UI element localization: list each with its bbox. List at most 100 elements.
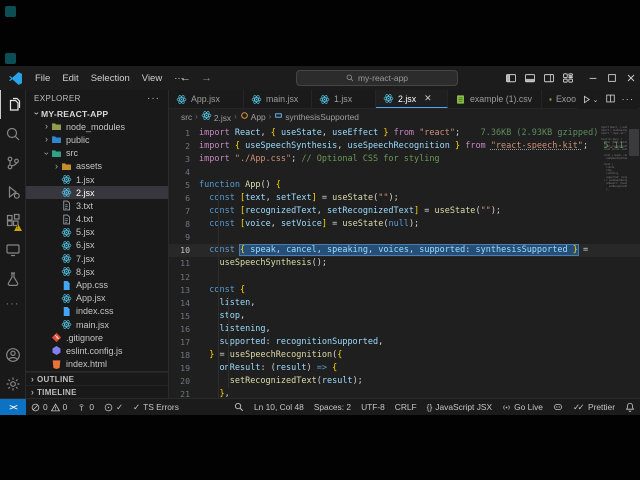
tab-2-jsx[interactable]: 2.jsx ✕ <box>376 90 448 108</box>
tree-item-1-jsx[interactable]: 1.jsx <box>26 173 168 186</box>
prettier-status[interactable]: ✓✓ Prettier <box>568 399 620 415</box>
chevron-down-icon[interactable]: ⌄ <box>593 96 599 104</box>
run-debug-activity-button[interactable] <box>0 177 25 206</box>
tree-item-6-jsx[interactable]: 6.jsx <box>26 239 168 252</box>
code-line-17[interactable]: 17 supported: recognitionSupported, <box>169 336 640 349</box>
tree-item-app-css[interactable]: App.css <box>26 278 168 291</box>
code-line-4[interactable]: 4 <box>169 165 640 178</box>
tree-item-8-jsx[interactable]: 8.jsx <box>26 265 168 278</box>
code-line-3[interactable]: 3import "./App.css"; // Optional CSS for… <box>169 152 640 165</box>
screencast-zoom[interactable] <box>229 399 249 415</box>
code-line-6[interactable]: 6 const [text, setText] = useState(""); <box>169 191 640 204</box>
editor-more-actions[interactable]: ··· <box>622 94 635 105</box>
section-outline[interactable]: ›OUTLINE <box>26 372 168 385</box>
code-line-7[interactable]: 7 const [recognizedText, setRecognizedTe… <box>169 205 640 218</box>
language-mode[interactable]: {} JavaScript JSX <box>422 399 497 415</box>
tree-item-index-html[interactable]: index.html <box>26 358 168 371</box>
menu-edit[interactable]: Edit <box>56 71 84 86</box>
explorer-activity-button[interactable] <box>0 90 25 119</box>
tree-item-7-jsx[interactable]: 7.jsx <box>26 252 168 265</box>
breadcrumb-item[interactable]: src <box>181 112 192 122</box>
code-line-13[interactable]: 13 const { <box>169 283 640 296</box>
eol-sequence[interactable]: CRLF <box>390 399 422 415</box>
problems-indicator[interactable]: 0 0 <box>26 399 72 415</box>
code-line-9[interactable]: 9 <box>169 231 640 244</box>
customize-layout-icon[interactable] <box>558 66 577 90</box>
account-activity-button[interactable] <box>0 340 25 369</box>
testing-activity-button[interactable] <box>0 264 25 293</box>
indentation[interactable]: Spaces: 2 <box>309 399 356 415</box>
code-line-12[interactable]: 12 <box>169 270 640 283</box>
close-icon[interactable] <box>621 66 640 90</box>
tree-item-5-jsx[interactable]: 5.jsx <box>26 226 168 239</box>
tree-item-public[interactable]: ›public <box>26 133 168 146</box>
extensions-activity-button[interactable] <box>0 206 25 235</box>
breadcrumb-item[interactable]: App <box>240 111 266 122</box>
tree-item-app-jsx[interactable]: App.jsx <box>26 292 168 305</box>
nav-forward-icon[interactable]: → <box>201 72 212 84</box>
tree-item-assets[interactable]: ›assets <box>26 160 168 173</box>
nav-back-icon[interactable]: ← <box>180 72 191 84</box>
code-line-21[interactable]: 21 }, <box>169 388 640 398</box>
tree-item-my-react-app[interactable]: ›MY-REACT-APP <box>26 107 168 120</box>
breadcrumb[interactable]: src›2.jsx›App›synthesisSupported <box>169 109 640 124</box>
search-activity-button[interactable] <box>0 119 25 148</box>
tree-item-2-jsx[interactable]: 2.jsx <box>26 186 168 199</box>
remote-indicator[interactable]: >< <box>0 399 26 415</box>
command-center-search[interactable]: my-react-app <box>296 70 458 86</box>
tab-app-jsx[interactable]: App.jsx <box>169 90 244 108</box>
tree-item-main-jsx[interactable]: main.jsx <box>26 318 168 331</box>
encoding[interactable]: UTF-8 <box>356 399 390 415</box>
code-line-15[interactable]: 15 stop, <box>169 309 640 322</box>
code-line-1[interactable]: 1import React, { useState, useEffect } f… <box>169 126 640 139</box>
ports-indicator[interactable]: 0 <box>72 399 99 415</box>
tree-item-3-txt[interactable]: 3.txt <box>26 199 168 212</box>
toggle-panel-icon[interactable] <box>520 66 539 90</box>
tree-item-index-css[interactable]: index.css <box>26 305 168 318</box>
breadcrumb-item[interactable]: 2.jsx <box>201 110 231 123</box>
code-line-10[interactable]: 10 const { speak, cancel, speaking, voic… <box>169 244 640 257</box>
section-timeline[interactable]: ›TIMELINE <box>26 385 168 398</box>
menu-view[interactable]: View <box>136 71 168 86</box>
more-icon[interactable]: ··· <box>0 293 25 315</box>
code-line-16[interactable]: 16 listening, <box>169 322 640 335</box>
tab-1-jsx[interactable]: 1.jsx <box>312 90 376 108</box>
code-line-20[interactable]: 20 setRecognizedText(result); <box>169 375 640 388</box>
toggle-secondary-sidebar-icon[interactable] <box>539 66 558 90</box>
copilot-status[interactable] <box>548 399 568 415</box>
code-line-19[interactable]: 19 onResult: (result) => { <box>169 362 640 375</box>
notifications[interactable] <box>620 399 640 415</box>
remote-explorer-activity-button[interactable] <box>0 235 25 264</box>
breadcrumb-item[interactable]: synthesisSupported <box>274 111 359 122</box>
code-line-5[interactable]: 5function App() { <box>169 178 640 191</box>
maximize-icon[interactable] <box>602 66 621 90</box>
split-editor-button[interactable] <box>605 93 616 107</box>
tab-main-jsx[interactable]: main.jsx <box>244 90 312 108</box>
settings-activity-button[interactable] <box>0 369 25 398</box>
tree-item-src[interactable]: ›src <box>26 147 168 160</box>
code-line-8[interactable]: 8 const [voice, setVoice] = useState(nul… <box>169 218 640 231</box>
tree-item-node-modules[interactable]: ›node_modules <box>26 120 168 133</box>
cursor-position[interactable]: Ln 10, Col 48 <box>249 399 309 415</box>
code-line-18[interactable]: 18 } = useSpeechRecognition({ <box>169 349 640 362</box>
editor-scrollbar[interactable] <box>629 129 639 156</box>
tree-item--gitignore[interactable]: .gitignore <box>26 331 168 344</box>
explorer-more-icon[interactable]: ··· <box>147 93 160 104</box>
code-line-11[interactable]: 11 useSpeechSynthesis(); <box>169 257 640 270</box>
close-icon[interactable]: ✕ <box>424 93 432 104</box>
code-line-2[interactable]: 2import { useSpeechSynthesis, useSpeechR… <box>169 139 640 152</box>
tree-item-4-txt[interactable]: 4.txt <box>26 213 168 226</box>
code-editor[interactable]: 1import React, { useState, useEffect } f… <box>169 124 640 398</box>
minimize-icon[interactable] <box>583 66 602 90</box>
run-file-button[interactable]: ⌄ <box>581 94 599 105</box>
minimap[interactable]: import React, { useState, useEffect } fr… <box>601 126 627 191</box>
editor-status-check[interactable]: ✓ <box>99 399 128 415</box>
toggle-sidebar-icon[interactable] <box>501 66 520 90</box>
ts-errors-task[interactable]: ✓ TS Errors <box>128 399 184 415</box>
tab-example-1-csv[interactable]: example (1).csv <box>448 90 542 108</box>
tree-item-eslint-config-js[interactable]: eslint.config.js <box>26 344 168 357</box>
menu-file[interactable]: File <box>29 71 56 86</box>
code-line-14[interactable]: 14 listen, <box>169 296 640 309</box>
go-live[interactable]: Go Live <box>497 399 548 415</box>
menu-selection[interactable]: Selection <box>85 71 136 86</box>
